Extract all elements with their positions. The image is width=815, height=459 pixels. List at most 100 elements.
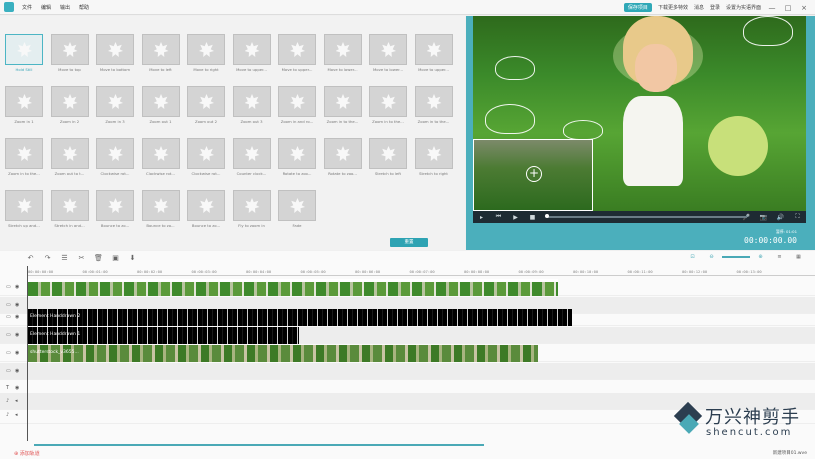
- eye-icon[interactable]: ◉: [15, 350, 19, 356]
- reset-button[interactable]: 重置: [390, 238, 428, 247]
- motion-thumb[interactable]: Move to lower...: [323, 34, 362, 75]
- motion-thumb[interactable]: Stretch in and...: [50, 190, 89, 231]
- motion-thumb[interactable]: Move to upper...: [232, 34, 271, 75]
- motion-thumb[interactable]: Clockwise rot...: [141, 138, 180, 179]
- delete-icon[interactable]: 🗑: [90, 254, 107, 262]
- playhead[interactable]: [27, 266, 28, 444]
- motion-thumb[interactable]: Bounce to zo...: [187, 190, 225, 231]
- stop-icon[interactable]: ■: [524, 214, 541, 221]
- list-icon[interactable]: ≡: [771, 254, 788, 260]
- fullscreen-icon[interactable]: ⛶: [789, 213, 806, 221]
- leaf-icon: [199, 146, 214, 161]
- motion-thumb[interactable]: Clockwise rot...: [187, 138, 225, 179]
- eye-icon[interactable]: ◉: [15, 385, 19, 391]
- adjust-icon[interactable]: ☰: [56, 254, 73, 262]
- motion-thumb[interactable]: Zoom in 1: [5, 86, 43, 127]
- time-ruler[interactable]: 00:00:00:00 00:00:01:00 00:00:02:00 00:00:0…: [27, 266, 815, 276]
- messages-link[interactable]: 消息: [694, 4, 704, 11]
- save-project-button[interactable]: 保存项目: [623, 3, 652, 12]
- camera-icon[interactable]: 📷: [755, 214, 772, 221]
- add-icon[interactable]: +: [526, 166, 542, 182]
- add-track-button[interactable]: ⊕ 添加轨道: [14, 450, 40, 457]
- motion-thumb[interactable]: Rotate to zoo...: [323, 138, 362, 179]
- clip-handdrawn-2[interactable]: Element Handdrawn 2: [28, 309, 572, 326]
- progress-bar[interactable]: [545, 214, 747, 218]
- download-effects-link[interactable]: 下载更多特效: [658, 4, 688, 11]
- motion-thumb[interactable]: Stretch to right: [414, 138, 453, 179]
- playback-controls: ▸ ⏮ ▶ ■ 🎤 📷 🔊 ⛶: [473, 211, 806, 223]
- motion-thumb[interactable]: Move to left: [141, 34, 180, 75]
- login-link[interactable]: 登录: [710, 4, 720, 11]
- play-icon[interactable]: ▶: [507, 214, 524, 221]
- motion-thumb[interactable]: Move to right: [187, 34, 225, 75]
- prev-icon[interactable]: ⏮: [490, 213, 507, 221]
- motion-thumb[interactable]: Fly to zoom in: [232, 190, 271, 231]
- menu-export[interactable]: 输出: [60, 4, 70, 11]
- zoom-in-icon[interactable]: ⊕: [752, 254, 769, 260]
- clip-strip: [28, 279, 558, 282]
- motion-thumb[interactable]: Bounce to zo...: [141, 190, 180, 231]
- eye-icon[interactable]: ◉: [15, 368, 19, 374]
- eye-icon[interactable]: ◉: [15, 332, 19, 338]
- motion-thumb[interactable]: Zoom in to the...: [323, 86, 362, 127]
- motion-thumb[interactable]: Zoom out 1: [141, 86, 180, 127]
- menu-edit[interactable]: 编辑: [41, 4, 51, 11]
- undo-icon[interactable]: ↶: [22, 254, 39, 262]
- interface-link[interactable]: 设置为实语界面: [726, 4, 761, 11]
- thumb-preview: [96, 190, 134, 221]
- eye-icon[interactable]: ◉: [15, 302, 19, 308]
- clip-shutterstock[interactable]: shutterstock_v3655...: [28, 345, 538, 362]
- zoom-slider[interactable]: [722, 256, 750, 258]
- pip-overlay[interactable]: +: [473, 139, 593, 211]
- volume-icon[interactable]: 🔊: [772, 214, 789, 221]
- motion-thumb[interactable]: Move to upper...: [414, 34, 453, 75]
- eye-icon[interactable]: ◉: [15, 314, 19, 320]
- menu-file[interactable]: 文件: [22, 4, 32, 11]
- close-icon[interactable]: ×: [799, 4, 809, 12]
- speaker-icon[interactable]: ◂: [15, 398, 18, 404]
- ruler-tick-label: 00:00:00:00: [28, 269, 54, 274]
- preview-video[interactable]: +: [473, 16, 806, 211]
- zoom-out-icon[interactable]: ⊖: [703, 254, 720, 260]
- motion-thumb[interactable]: Zoom in to the...: [5, 138, 43, 179]
- motion-thumb[interactable]: Zoom out 2: [187, 86, 225, 127]
- motion-thumb[interactable]: Stretch to left: [369, 138, 407, 179]
- motion-thumb[interactable]: Zoom in to the...: [369, 86, 407, 127]
- timeline-scrollbar[interactable]: [34, 444, 484, 446]
- grid-icon[interactable]: ▦: [790, 254, 807, 260]
- progress-knob[interactable]: [545, 214, 549, 218]
- motion-thumb[interactable]: Move to bottom: [96, 34, 134, 75]
- motion-thumb[interactable]: Bounce to zo...: [96, 190, 134, 231]
- cut-icon[interactable]: ✂: [73, 254, 90, 262]
- zoom-fit-icon[interactable]: ⊡: [684, 254, 701, 260]
- motion-thumb[interactable]: Rotate to zoo...: [278, 138, 316, 179]
- motion-thumb[interactable]: Zoom in to the...: [414, 86, 453, 127]
- clip-handdrawn-1[interactable]: Element Handdrawn 1: [28, 327, 299, 344]
- motion-thumb[interactable]: Move to top: [50, 34, 89, 75]
- motion-thumb[interactable]: Zoom in 2: [50, 86, 89, 127]
- ruler-tick-label: 00:00:11:00: [627, 269, 653, 274]
- motion-thumb[interactable]: Fade: [278, 190, 316, 231]
- redo-icon[interactable]: ↷: [39, 254, 56, 262]
- motion-thumb[interactable]: Hold Still: [5, 34, 43, 75]
- motion-thumb[interactable]: Move to upper...: [278, 34, 316, 75]
- motion-thumb[interactable]: Clockwise rot...: [96, 138, 134, 179]
- thumb-preview: [96, 34, 134, 65]
- motion-thumb[interactable]: Counter clock...: [232, 138, 271, 179]
- motion-thumb[interactable]: Zoom out to t...: [50, 138, 89, 179]
- clip-video-1[interactable]: [28, 279, 558, 296]
- export-icon[interactable]: ⬇: [124, 254, 141, 262]
- maximize-icon[interactable]: □: [783, 4, 793, 12]
- motion-thumb[interactable]: Move to lower...: [369, 34, 407, 75]
- speaker-icon[interactable]: ◂: [15, 412, 18, 418]
- eye-icon[interactable]: ◉: [15, 284, 19, 290]
- motion-thumb[interactable]: Zoom in and ro...: [278, 86, 316, 127]
- motion-thumb[interactable]: Zoom in 3: [96, 86, 134, 127]
- menu-help[interactable]: 帮助: [79, 4, 89, 11]
- leaf-icon: [335, 146, 351, 161]
- motion-thumb[interactable]: Stretch up and...: [5, 190, 43, 231]
- crop-icon[interactable]: ▣: [107, 254, 124, 262]
- motion-thumb[interactable]: Zoom out 3: [232, 86, 271, 127]
- play-icon[interactable]: ▸: [473, 214, 490, 221]
- minimize-icon[interactable]: —: [767, 4, 777, 12]
